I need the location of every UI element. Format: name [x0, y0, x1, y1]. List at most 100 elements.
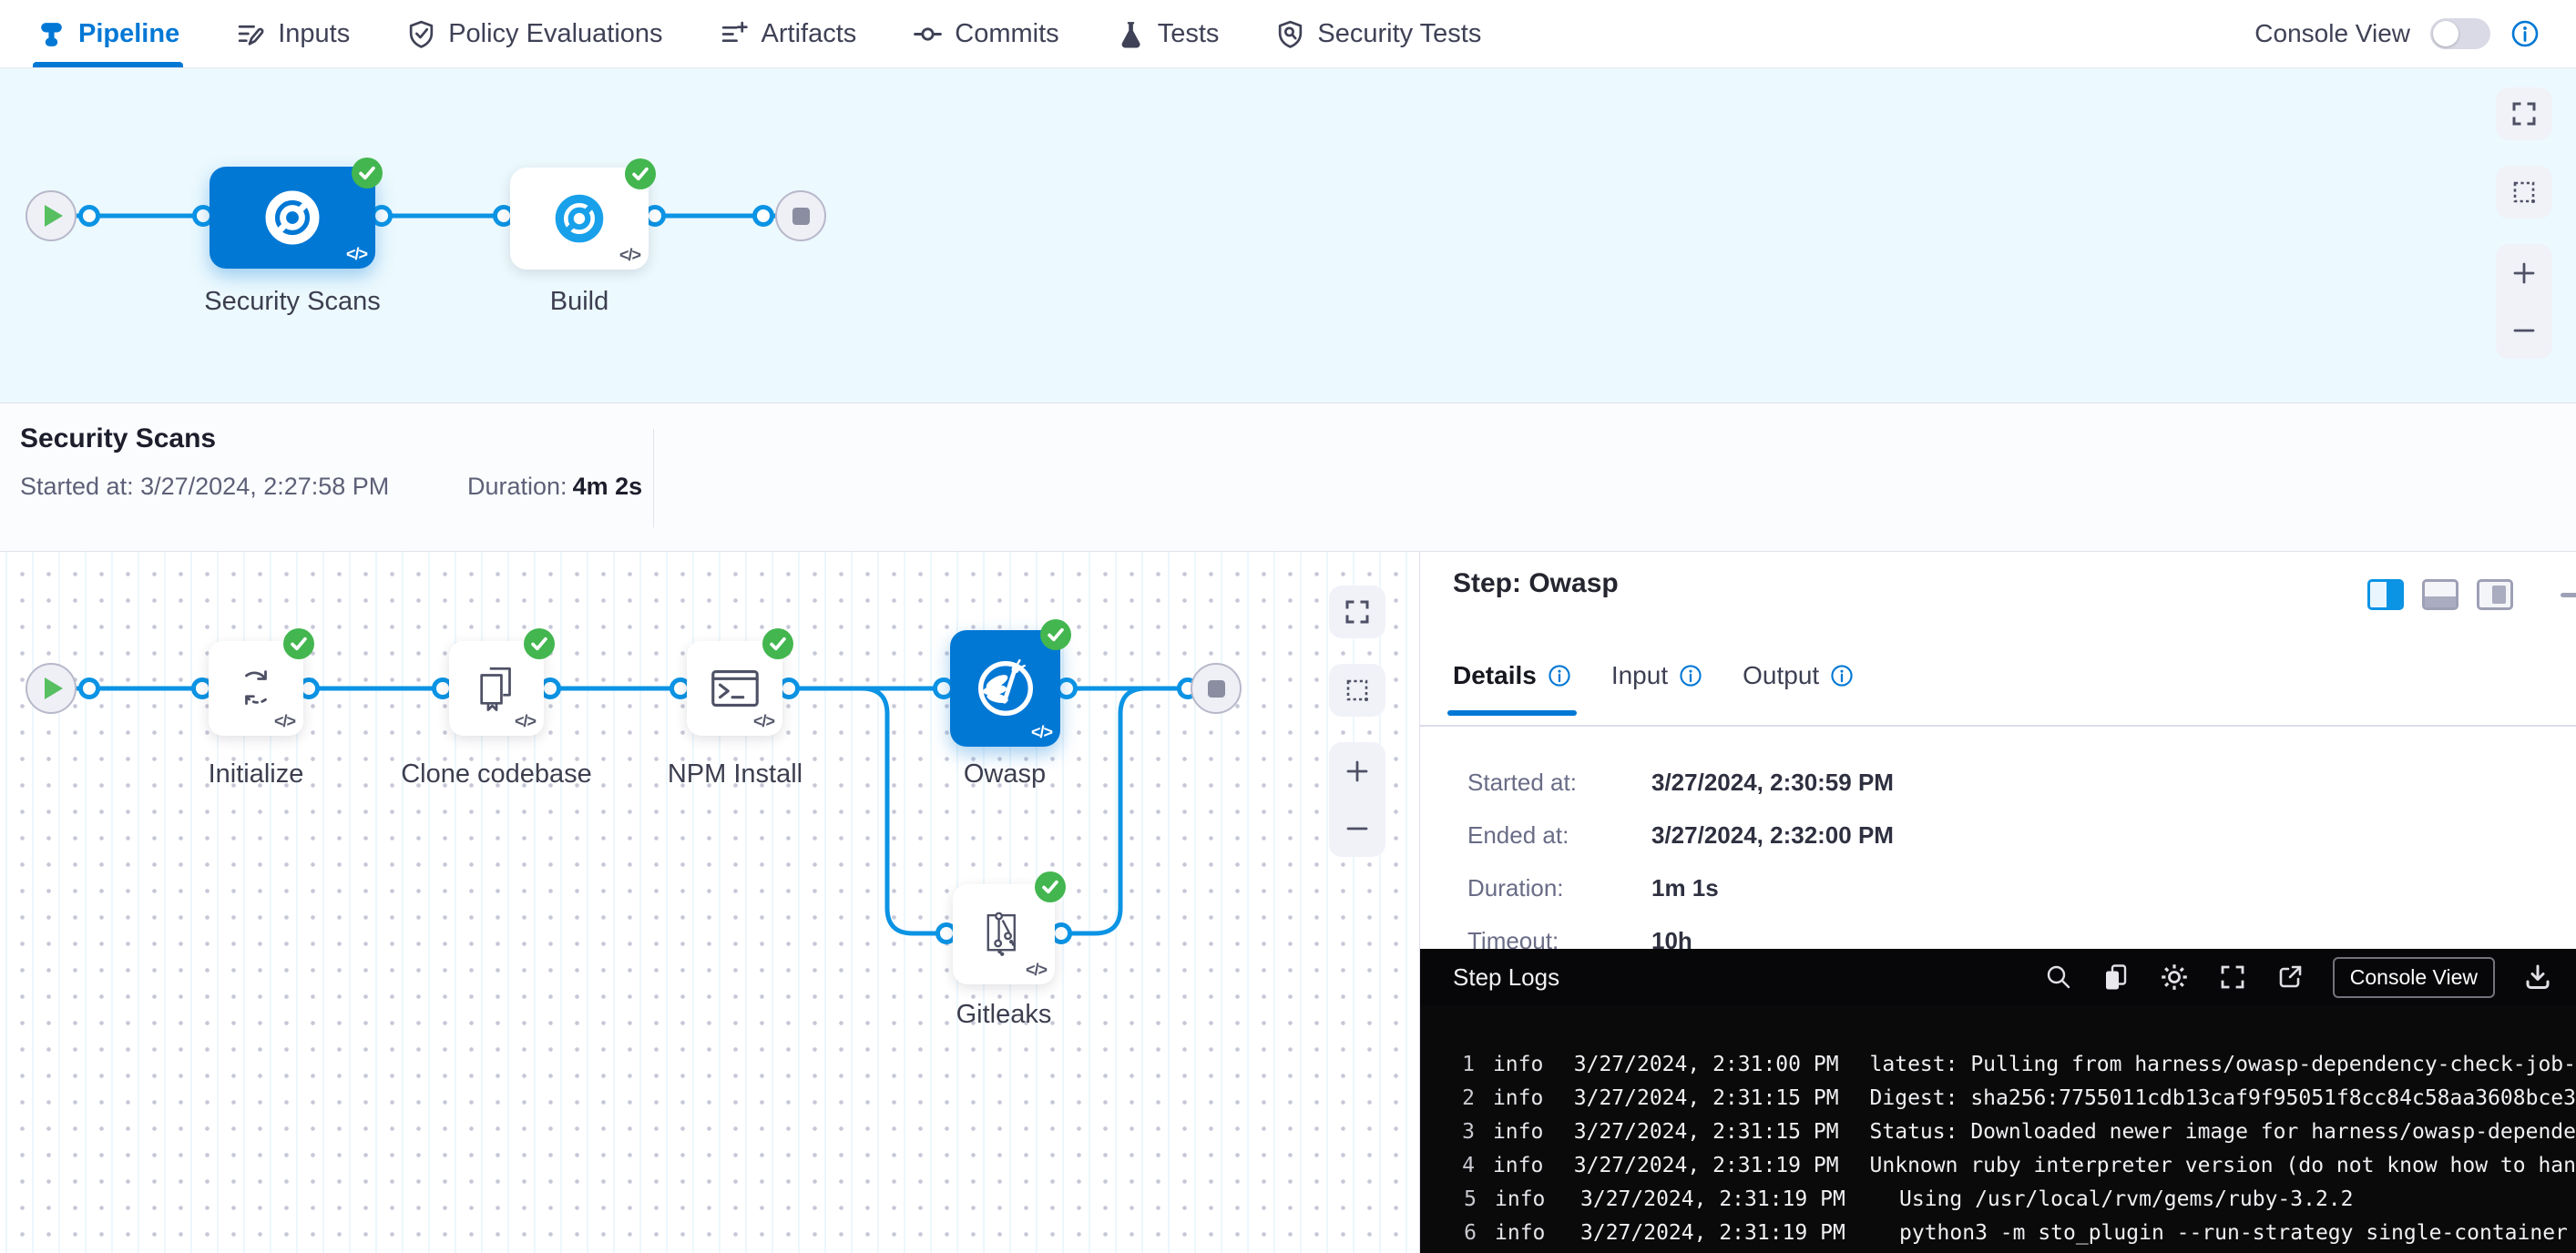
- select-area-button[interactable]: [1329, 664, 1385, 717]
- duration-label: Duration:: [467, 473, 567, 500]
- log-settings-button[interactable]: [2159, 962, 2190, 993]
- log-line: 1 info 3/27/2024, 2:31:00 PM latest: Pul…: [1453, 1047, 2576, 1081]
- step-label[interactable]: Owasp: [868, 759, 1141, 789]
- minimize-panel-button[interactable]: [2561, 593, 2576, 597]
- step-logs-title: Step Logs: [1453, 963, 1559, 992]
- search-logs-button[interactable]: [2044, 963, 2073, 992]
- detail-label: Ended at:: [1467, 809, 1651, 861]
- nav-tab-policy-evaluations[interactable]: Policy Evaluations: [406, 0, 662, 67]
- zoom-in-icon[interactable]: [1343, 757, 1372, 786]
- step-details-list: Started at: 3/27/2024, 2:30:59 PM Ended …: [1467, 756, 1894, 967]
- nav-tab-tests[interactable]: Tests: [1116, 0, 1220, 67]
- log-timestamp: 3/27/2024, 2:31:15 PM: [1574, 1086, 1843, 1110]
- console-view-button[interactable]: Console View: [2333, 957, 2495, 998]
- inputs-icon: [236, 19, 266, 49]
- step-label[interactable]: NPM Install: [598, 759, 872, 789]
- detail-label: Started at:: [1467, 756, 1651, 809]
- nav-tab-inputs[interactable]: Inputs: [236, 0, 350, 67]
- info-icon[interactable]: [2510, 19, 2540, 48]
- nav-tabs: Pipeline Inputs Policy Evaluations Art: [36, 0, 1481, 67]
- panel-layout-switcher: [2367, 579, 2576, 610]
- open-in-new-tab-button[interactable]: [2275, 963, 2305, 992]
- nav-tab-commits[interactable]: Commits: [913, 0, 1058, 67]
- step-graph-canvas[interactable]: </> Initialize </> Clone codebase </> NP…: [0, 552, 1419, 1253]
- gear-icon: [2159, 962, 2190, 993]
- zoom-in-icon[interactable]: [2510, 259, 2539, 288]
- stage-label[interactable]: Build: [443, 287, 716, 317]
- step-node-gitleaks[interactable]: </>: [953, 884, 1055, 984]
- tabs-divider: [1420, 725, 2576, 727]
- nav-tab-label: Inputs: [278, 19, 350, 49]
- tab-input[interactable]: Input: [1611, 661, 1702, 716]
- info-icon[interactable]: [1830, 664, 1854, 688]
- stage-label[interactable]: Security Scans: [156, 287, 429, 317]
- fit-to-screen-button[interactable]: [2496, 87, 2552, 140]
- nav-tab-label: Security Tests: [1317, 19, 1481, 49]
- stage-node-security-scans[interactable]: </>: [210, 167, 375, 269]
- log-message: Unknown ruby interpreter version (do not…: [1870, 1154, 2576, 1177]
- code-icon: </>: [753, 712, 774, 731]
- step-node-owasp[interactable]: </>: [950, 630, 1060, 747]
- nav-tab-artifacts[interactable]: Artifacts: [720, 0, 857, 67]
- tab-details[interactable]: Details: [1453, 661, 1571, 716]
- step-label[interactable]: Initialize: [119, 759, 393, 789]
- console-view-toggle[interactable]: [2430, 18, 2490, 49]
- detail-value: 3/27/2024, 2:30:59 PM: [1651, 756, 1894, 809]
- log-level: info: [1493, 1086, 1549, 1110]
- stage-node-build[interactable]: </>: [510, 168, 649, 270]
- top-nav: Pipeline Inputs Policy Evaluations Art: [0, 0, 2576, 68]
- info-icon[interactable]: [1548, 664, 1571, 688]
- tab-label: Output: [1743, 661, 1819, 690]
- zoom-controls: [1329, 742, 1385, 857]
- select-area-button[interactable]: [2496, 166, 2552, 219]
- step-panel-tabs: Details Input Output: [1453, 661, 1854, 716]
- stage-duration: Duration:4m 2s: [467, 473, 642, 501]
- security-tests-icon: [1275, 19, 1305, 49]
- log-line-number: 4: [1453, 1154, 1475, 1177]
- pipeline-execution-page: Pipeline Inputs Policy Evaluations Art: [0, 0, 2576, 1253]
- log-level: info: [1493, 1154, 1549, 1177]
- layout-right-view-button[interactable]: [2367, 579, 2404, 610]
- layout-float-view-button[interactable]: [2477, 579, 2513, 610]
- zoom-out-icon[interactable]: [2510, 316, 2539, 345]
- tab-output[interactable]: Output: [1743, 661, 1854, 716]
- clone-codebase-icon: [470, 662, 523, 715]
- log-timestamp: 3/27/2024, 2:31:19 PM: [1574, 1154, 1843, 1177]
- layout-right-view-icon: [2387, 582, 2401, 607]
- zoom-controls: [2496, 244, 2552, 359]
- log-timestamp: 3/27/2024, 2:31:00 PM: [1574, 1053, 1843, 1076]
- fit-to-screen-icon: [2510, 99, 2539, 128]
- fit-to-screen-icon: [1343, 597, 1372, 626]
- copy-icon: [2101, 963, 2131, 992]
- layout-bottom-view-button[interactable]: [2422, 579, 2458, 610]
- zoom-out-icon[interactable]: [1343, 814, 1372, 843]
- nav-tab-security-tests[interactable]: Security Tests: [1275, 0, 1481, 67]
- layout-bottom-view-icon: [2425, 596, 2456, 607]
- code-icon: </>: [346, 245, 367, 264]
- step-node-clone-codebase[interactable]: </>: [449, 641, 544, 736]
- step-label[interactable]: Gitleaks: [867, 1000, 1140, 1030]
- download-logs-button[interactable]: [2523, 963, 2552, 992]
- info-icon[interactable]: [1679, 664, 1702, 688]
- log-timestamp: 3/27/2024, 2:31:15 PM: [1574, 1120, 1843, 1144]
- log-level: info: [1493, 1053, 1549, 1076]
- step-logs-body[interactable]: 1 info 3/27/2024, 2:31:00 PM latest: Pul…: [1420, 1005, 2576, 1253]
- layout-float-view-icon: [2492, 586, 2506, 604]
- owasp-icon: [971, 654, 1040, 723]
- step-node-initialize[interactable]: </>: [209, 641, 303, 736]
- nav-tab-label: Policy Evaluations: [448, 19, 662, 49]
- log-level: info: [1495, 1187, 1555, 1211]
- step-node-npm-install[interactable]: </>: [687, 641, 782, 736]
- fit-to-screen-button[interactable]: [1329, 586, 1385, 638]
- copy-logs-button[interactable]: [2101, 963, 2131, 992]
- log-message: Using /usr/local/rvm/gems/ruby-3.2.2: [1899, 1187, 2354, 1211]
- external-link-icon: [2275, 963, 2305, 992]
- fullscreen-logs-button[interactable]: [2218, 963, 2247, 992]
- stage-graph-canvas[interactable]: </> Security Scans </> Build: [0, 68, 2576, 402]
- step-logs-toolbar: Console View: [2044, 957, 2552, 998]
- nav-tab-pipeline[interactable]: Pipeline: [36, 0, 179, 67]
- stage-info-title: Security Scans: [20, 423, 216, 454]
- stage-started-at: Started at: 3/27/2024, 2:27:58 PM: [20, 473, 389, 501]
- build-stage-icon: [549, 188, 609, 249]
- step-label[interactable]: Clone codebase: [360, 759, 633, 789]
